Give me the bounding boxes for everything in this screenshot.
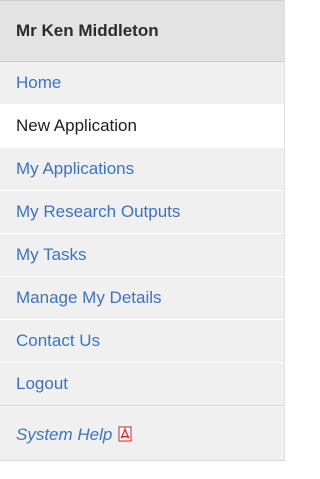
panel-bottom-border	[0, 460, 285, 461]
menu-item-logout[interactable]: Logout	[0, 363, 284, 406]
panel-header: Mr Ken Middleton	[0, 0, 284, 62]
user-menu-panel: Mr Ken Middleton Home New Application My…	[0, 0, 285, 460]
menu-item-manage-my-details[interactable]: Manage My Details	[0, 277, 284, 320]
system-help-label: System Help	[16, 425, 113, 444]
menu-item-my-tasks[interactable]: My Tasks	[0, 234, 284, 277]
menu-item-contact-us[interactable]: Contact Us	[0, 320, 284, 363]
user-name-title: Mr Ken Middleton	[16, 21, 159, 40]
menu-item-new-application[interactable]: New Application	[0, 105, 284, 148]
menu-item-home[interactable]: Home	[0, 62, 284, 105]
system-help-link[interactable]: System Help	[0, 406, 284, 463]
pdf-icon	[118, 426, 132, 442]
menu-item-my-research-outputs[interactable]: My Research Outputs	[0, 191, 284, 234]
menu-item-my-applications[interactable]: My Applications	[0, 148, 284, 191]
nav-menu: Home New Application My Applications My …	[0, 62, 284, 406]
